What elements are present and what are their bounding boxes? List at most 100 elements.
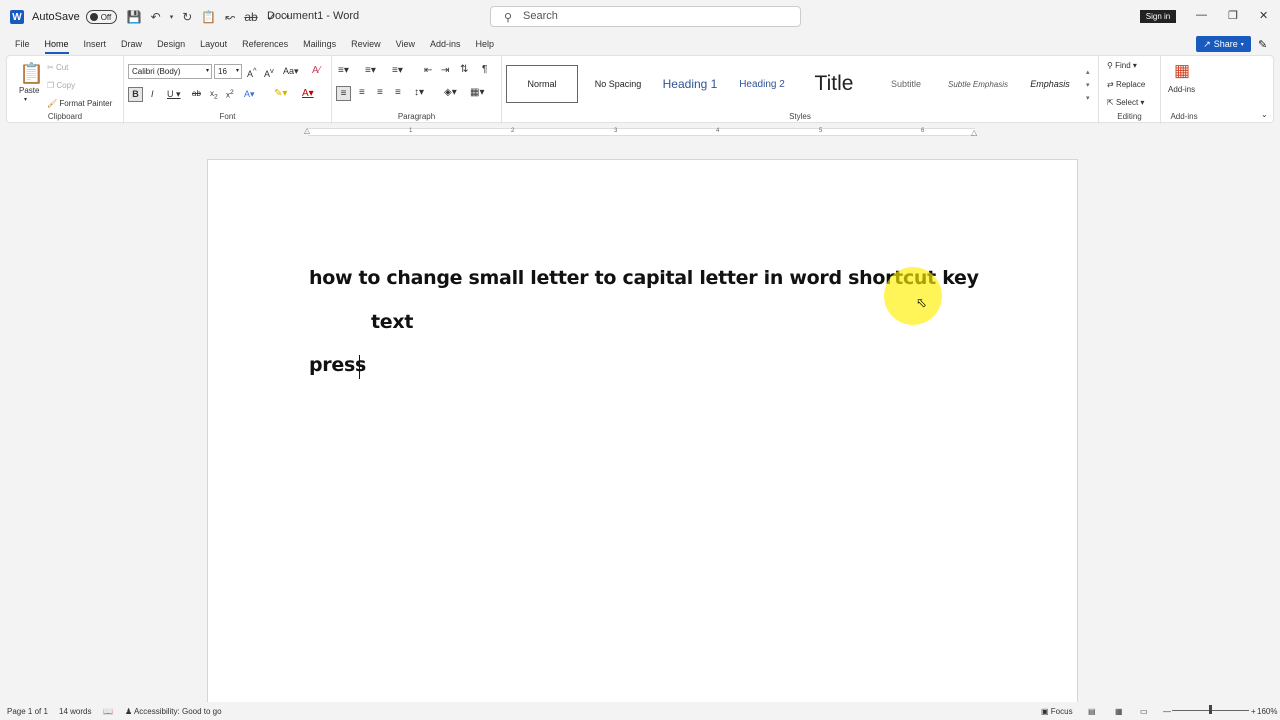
- format-painter-button[interactable]: 🖌 Format Painter: [47, 99, 112, 108]
- close-icon[interactable]: ✕: [1259, 9, 1268, 22]
- tab-references[interactable]: References: [242, 34, 288, 54]
- read-mode-icon[interactable]: ▤: [1088, 707, 1096, 716]
- styles-scroll-icon[interactable]: ▴ ▾ ▾: [1086, 66, 1090, 105]
- underline-icon[interactable]: U ▾: [167, 89, 181, 100]
- find-button[interactable]: ⚲ Find ▾: [1107, 61, 1137, 70]
- strikethrough-qat-icon[interactable]: ab: [244, 10, 257, 24]
- replace-button[interactable]: ⇄ Replace: [1107, 80, 1145, 89]
- autosave-label: AutoSave: [32, 11, 80, 23]
- justify-icon[interactable]: ≡: [395, 87, 401, 98]
- align-left-icon[interactable]: ≡: [336, 86, 351, 101]
- format-painter-icon: 🖌: [47, 99, 58, 108]
- indent-marker-icon[interactable]: △: [304, 126, 310, 135]
- sort-icon[interactable]: ⇅: [460, 64, 468, 75]
- align-right-icon[interactable]: ≡: [377, 87, 383, 98]
- font-name-select[interactable]: Calibri (Body) ▾: [128, 64, 212, 79]
- highlight-color-icon[interactable]: ✎▾: [274, 88, 287, 99]
- tab-help[interactable]: Help: [476, 34, 495, 54]
- show-hide-icon[interactable]: ¶: [482, 64, 487, 75]
- word-count[interactable]: 14 words: [59, 707, 91, 716]
- print-layout-icon[interactable]: ▦: [1115, 707, 1123, 716]
- tab-insert[interactable]: Insert: [84, 34, 107, 54]
- tab-mailings[interactable]: Mailings: [303, 34, 336, 54]
- increase-indent-icon[interactable]: ⇥: [441, 65, 449, 76]
- style-normal[interactable]: Normal: [506, 65, 578, 103]
- numbering-icon[interactable]: ≡▾: [365, 65, 376, 76]
- shrink-font-icon[interactable]: Av: [264, 66, 274, 79]
- web-layout-icon[interactable]: ▭: [1140, 707, 1148, 716]
- paste-icon[interactable]: 📋: [19, 61, 44, 86]
- bold-icon[interactable]: B: [128, 87, 143, 102]
- paste-qat-icon[interactable]: 📋: [201, 10, 216, 24]
- right-indent-icon[interactable]: △: [971, 128, 977, 137]
- tab-design[interactable]: Design: [157, 34, 185, 54]
- minimize-icon[interactable]: —: [1196, 9, 1207, 21]
- tab-review[interactable]: Review: [351, 34, 381, 54]
- proofing-icon[interactable]: 📖: [103, 707, 113, 716]
- zoom-in-icon[interactable]: +: [1251, 707, 1256, 716]
- style-title[interactable]: Title: [798, 65, 870, 103]
- document-page[interactable]: [207, 159, 1078, 704]
- save-icon[interactable]: 💾: [127, 10, 142, 24]
- ruler-number: 6: [921, 128, 925, 134]
- tab-home[interactable]: Home: [44, 34, 69, 54]
- clear-formatting-icon[interactable]: ↜: [225, 10, 235, 24]
- ribbon-tabs: File Home Insert Draw Design Layout Refe…: [0, 34, 1280, 54]
- decrease-indent-icon[interactable]: ⇤: [424, 65, 432, 76]
- shading-icon[interactable]: ◈▾: [444, 87, 457, 98]
- document-line-2[interactable]: text: [371, 311, 413, 333]
- multilevel-list-icon[interactable]: ≡▾: [392, 65, 403, 76]
- copy-button[interactable]: ❐ Copy: [47, 81, 75, 90]
- style-subtle-emphasis[interactable]: Subtle Emphasis: [942, 65, 1014, 103]
- tab-draw[interactable]: Draw: [121, 34, 142, 54]
- style-subtitle[interactable]: Subtitle: [870, 65, 942, 103]
- clipboard-group: 📋 Paste ▾ ✂ Cut ❐ Copy 🖌 Format Painter …: [7, 56, 124, 124]
- change-case-icon[interactable]: Aa▾: [283, 66, 299, 77]
- tab-layout[interactable]: Layout: [200, 34, 227, 54]
- addins-icon[interactable]: ▦: [1174, 61, 1190, 81]
- focus-button[interactable]: ▣ Focus: [1041, 707, 1073, 716]
- select-button[interactable]: ⇱ Select ▾: [1107, 98, 1144, 107]
- subscript-icon[interactable]: x2: [210, 89, 218, 101]
- document-line-1[interactable]: how to change small letter to capital le…: [309, 267, 979, 289]
- style-emphasis[interactable]: Emphasis: [1014, 65, 1086, 103]
- restore-icon[interactable]: ❐: [1228, 9, 1238, 22]
- page-count[interactable]: Page 1 of 1: [7, 707, 48, 716]
- grow-font-icon[interactable]: A^: [247, 66, 257, 79]
- borders-icon[interactable]: ▦▾: [470, 87, 484, 98]
- find-icon: ⚲: [1107, 61, 1113, 70]
- share-button[interactable]: ↗ Share ▾: [1196, 36, 1251, 52]
- search-box[interactable]: ⚲ Search: [490, 6, 801, 27]
- tab-addins[interactable]: Add-ins: [430, 34, 461, 54]
- style-no-spacing[interactable]: No Spacing: [582, 65, 654, 103]
- document-line-3[interactable]: press: [309, 354, 366, 376]
- addins-button[interactable]: Add-ins: [1168, 85, 1195, 94]
- accessibility-status[interactable]: ♟ Accessibility: Good to go: [125, 707, 222, 716]
- zoom-level[interactable]: 160%: [1257, 707, 1277, 716]
- comments-icon[interactable]: ✎: [1258, 38, 1267, 51]
- style-heading-1[interactable]: Heading 1: [654, 65, 726, 103]
- tab-view[interactable]: View: [396, 34, 415, 54]
- line-spacing-icon[interactable]: ↕▾: [414, 87, 424, 98]
- undo-dropdown-icon[interactable]: ▾: [170, 13, 174, 21]
- bullets-icon[interactable]: ≡▾: [338, 65, 349, 76]
- font-size-select[interactable]: 16 ▾: [214, 64, 242, 79]
- zoom-out-icon[interactable]: —: [1163, 707, 1171, 716]
- sign-in-button[interactable]: Sign in: [1140, 10, 1176, 23]
- italic-icon[interactable]: I: [151, 89, 154, 99]
- font-color-icon[interactable]: A▾: [302, 88, 314, 99]
- zoom-slider-thumb[interactable]: [1209, 705, 1212, 714]
- align-center-icon[interactable]: ≡: [359, 87, 365, 98]
- strikethrough-icon[interactable]: ab: [192, 89, 201, 98]
- collapse-ribbon-icon[interactable]: ⌄: [1261, 110, 1268, 119]
- redo-icon[interactable]: ↻: [182, 10, 192, 24]
- tab-file[interactable]: File: [15, 34, 30, 54]
- superscript-icon[interactable]: x2: [226, 89, 234, 100]
- clear-format-icon[interactable]: A⁄: [312, 65, 320, 76]
- paste-button[interactable]: Paste: [19, 86, 39, 95]
- cut-button[interactable]: ✂ Cut: [47, 63, 68, 72]
- undo-icon[interactable]: ↶: [151, 10, 161, 24]
- text-effects-icon[interactable]: A▾: [244, 89, 255, 100]
- autosave-toggle[interactable]: Off: [85, 10, 117, 24]
- style-heading-2[interactable]: Heading 2: [726, 65, 798, 103]
